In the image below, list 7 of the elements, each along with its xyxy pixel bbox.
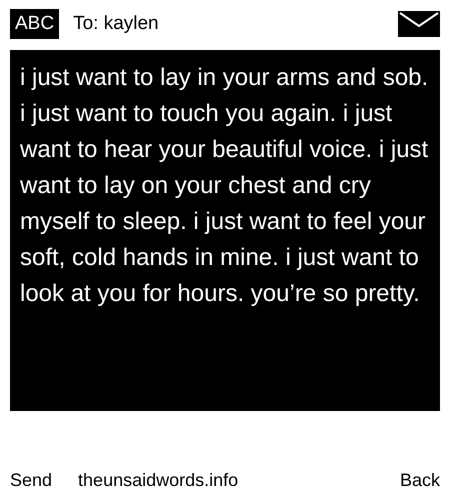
message-text: i just want to lay in your arms and sob. i just want to touch you again. i just want to hear your beautiful voice. i just want to lay on your chest and cry myself to sleep. i just want to feel your soft, cold hands in mine. i just want to look at you for hours. you’re so pretty.	[20, 63, 430, 309]
input-mode-label: ABC	[10, 9, 60, 39]
envelope-icon	[398, 11, 440, 37]
send-button[interactable]: Send	[10, 467, 52, 494]
recipient-label: To: kaylen	[73, 12, 159, 36]
website-label: theunsaidwords.info	[78, 469, 238, 492]
back-button[interactable]: Back	[400, 467, 440, 494]
